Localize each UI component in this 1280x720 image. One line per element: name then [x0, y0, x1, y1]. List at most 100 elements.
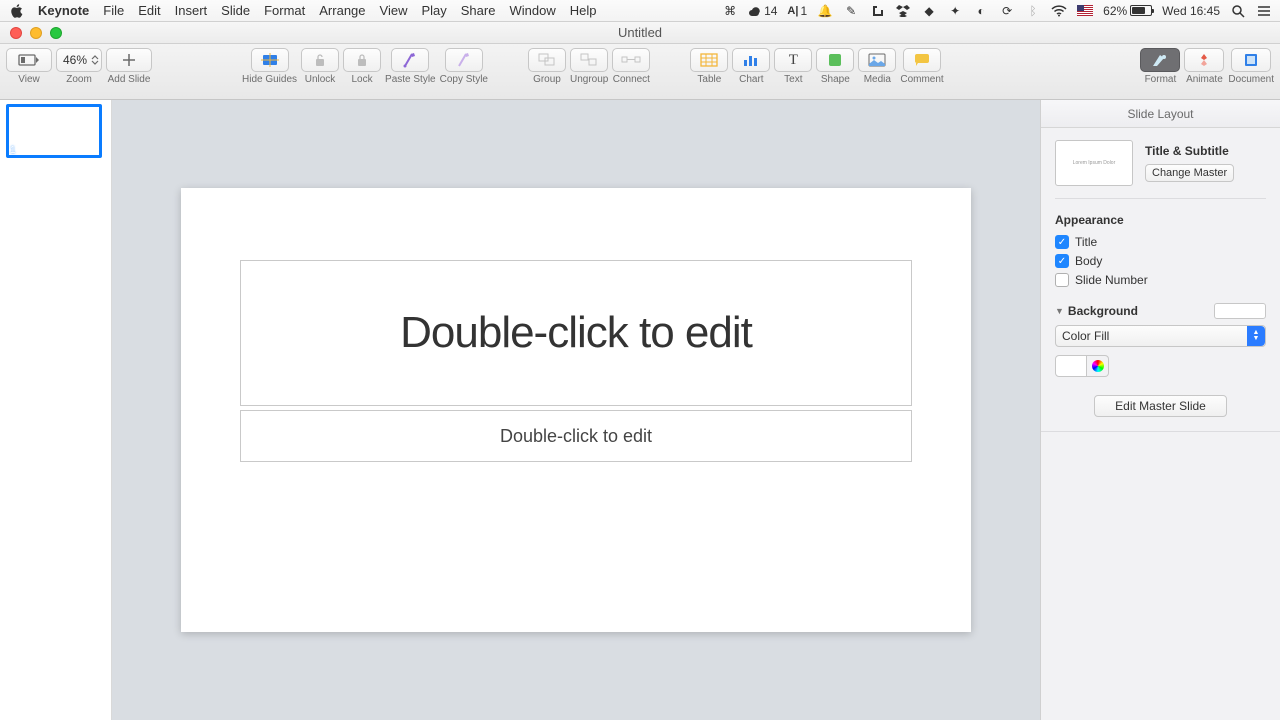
close-window-button[interactable] — [10, 27, 22, 39]
menuextra-icon[interactable]: ⌘ — [722, 3, 738, 19]
menu-share[interactable]: Share — [461, 3, 496, 18]
menu-insert[interactable]: Insert — [175, 3, 208, 18]
table-button[interactable] — [690, 48, 728, 72]
wifi-icon[interactable] — [1051, 3, 1067, 19]
layout-name: Title & Subtitle — [1145, 144, 1266, 158]
menuextra-icon[interactable]: ✎ — [843, 3, 859, 19]
minimize-window-button[interactable] — [30, 27, 42, 39]
apple-logo-icon[interactable] — [8, 3, 24, 19]
view-button[interactable] — [6, 48, 52, 72]
clock[interactable]: Wed 16:45 — [1162, 4, 1220, 18]
paste-style-button[interactable] — [391, 48, 429, 72]
text-button[interactable]: T — [774, 48, 812, 72]
menuextra-icon[interactable]: ◐ — [973, 3, 989, 19]
toolbar-label: Media — [864, 74, 891, 85]
background-swatch[interactable] — [1214, 303, 1266, 319]
title-placeholder[interactable]: Double-click to edit — [240, 260, 912, 406]
toolbar-label: Format — [1145, 74, 1177, 85]
menu-window[interactable]: Window — [509, 3, 555, 18]
slide-canvas-area[interactable]: Double-click to edit Double-click to edi… — [112, 100, 1040, 720]
menu-format[interactable]: Format — [264, 3, 305, 18]
toolbar-label: Table — [697, 74, 721, 85]
select-arrows-icon: ▲▼ — [1247, 326, 1265, 346]
evernote-icon[interactable] — [869, 3, 885, 19]
animate-inspector-button[interactable] — [1184, 48, 1224, 72]
document-inspector-button[interactable] — [1231, 48, 1271, 72]
toolbar-label: Document — [1228, 74, 1274, 85]
flag-icon[interactable] — [1077, 3, 1093, 19]
toolbar-label: Hide Guides — [242, 74, 297, 85]
fill-type-select[interactable]: Color Fill ▲▼ — [1055, 325, 1266, 347]
sync-icon[interactable]: ⟳ — [999, 3, 1015, 19]
change-master-button[interactable]: Change Master — [1145, 164, 1234, 182]
menu-view[interactable]: View — [380, 3, 408, 18]
subtitle-placeholder[interactable]: Double-click to edit — [240, 410, 912, 462]
ungroup-button[interactable] — [570, 48, 608, 72]
zoom-selector[interactable]: 46% — [56, 48, 102, 72]
slide-thumbnail[interactable]: 1 — [6, 104, 105, 158]
zoom-window-button[interactable] — [50, 27, 62, 39]
toolbar-label: Copy Style — [440, 74, 488, 85]
slide[interactable]: Double-click to edit Double-click to edi… — [181, 188, 971, 632]
app-menu[interactable]: Keynote — [38, 3, 89, 18]
bluetooth-icon[interactable]: ᛒ — [1025, 3, 1041, 19]
toolbar-label: Text — [784, 74, 802, 85]
color-well[interactable] — [1055, 355, 1087, 377]
toolbar-label: Comment — [900, 74, 943, 85]
cc-badge[interactable]: 14 — [748, 4, 777, 18]
toolbar-label: View — [18, 74, 40, 85]
group-button[interactable] — [528, 48, 566, 72]
title-checkbox-label: Title — [1075, 235, 1097, 249]
toolbar-label: Shape — [821, 74, 850, 85]
shape-button[interactable] — [816, 48, 854, 72]
media-button[interactable] — [858, 48, 896, 72]
toolbar-label: Animate — [1186, 74, 1223, 85]
system-menubar: Keynote File Edit Insert Slide Format Ar… — [0, 0, 1280, 22]
menuextra-icon[interactable]: ◆ — [921, 3, 937, 19]
workspace: 1 Double-click to edit Double-click to e… — [0, 100, 1280, 720]
menu-play[interactable]: Play — [421, 3, 446, 18]
bell-icon[interactable]: 🔔 — [817, 3, 833, 19]
window-titlebar: Untitled — [0, 22, 1280, 44]
unlock-button[interactable] — [301, 48, 339, 72]
title-checkbox[interactable]: ✓ — [1055, 235, 1069, 249]
toolbar-label: Add Slide — [108, 74, 151, 85]
chart-button[interactable] — [732, 48, 770, 72]
dropbox-icon[interactable] — [895, 3, 911, 19]
inspector-tab-slide-layout[interactable]: Slide Layout — [1041, 100, 1280, 128]
slide-navigator[interactable]: 1 — [0, 100, 112, 720]
format-inspector: Slide Layout Lorem Ipsum Dolor Title & S… — [1040, 100, 1280, 720]
menu-help[interactable]: Help — [570, 3, 597, 18]
slide-number-checkbox[interactable] — [1055, 273, 1069, 287]
slide-number-checkbox-label: Slide Number — [1075, 273, 1148, 287]
toolbar-label: Ungroup — [570, 74, 608, 85]
body-checkbox[interactable]: ✓ — [1055, 254, 1069, 268]
notification-center-icon[interactable] — [1256, 3, 1272, 19]
menu-arrange[interactable]: Arrange — [319, 3, 365, 18]
spotlight-icon[interactable] — [1230, 3, 1246, 19]
copy-style-button[interactable] — [445, 48, 483, 72]
menuextra-icon[interactable]: ✦ — [947, 3, 963, 19]
battery-indicator[interactable]: 62% — [1103, 4, 1152, 18]
window-title: Untitled — [0, 25, 1280, 40]
ai-badge[interactable]: A|1 — [787, 4, 807, 18]
add-slide-button[interactable] — [106, 48, 152, 72]
toolbar-label: Zoom — [66, 74, 92, 85]
comment-button[interactable] — [903, 48, 941, 72]
toolbar-label: Chart — [739, 74, 763, 85]
connect-button[interactable] — [612, 48, 650, 72]
format-inspector-button[interactable] — [1140, 48, 1180, 72]
background-heading: Background — [1068, 304, 1138, 318]
layout-thumbnail: Lorem Ipsum Dolor — [1055, 140, 1133, 186]
color-picker-button[interactable] — [1087, 355, 1109, 377]
hide-guides-button[interactable] — [251, 48, 289, 72]
title-placeholder-text: Double-click to edit — [400, 308, 752, 358]
menu-slide[interactable]: Slide — [221, 3, 250, 18]
edit-master-slide-button[interactable]: Edit Master Slide — [1094, 395, 1227, 417]
toolbar-label: Group — [533, 74, 561, 85]
lock-button[interactable] — [343, 48, 381, 72]
menu-file[interactable]: File — [103, 3, 124, 18]
menu-edit[interactable]: Edit — [138, 3, 160, 18]
disclosure-icon[interactable]: ▼ — [1055, 306, 1064, 316]
toolbar-label: Connect — [613, 74, 650, 85]
